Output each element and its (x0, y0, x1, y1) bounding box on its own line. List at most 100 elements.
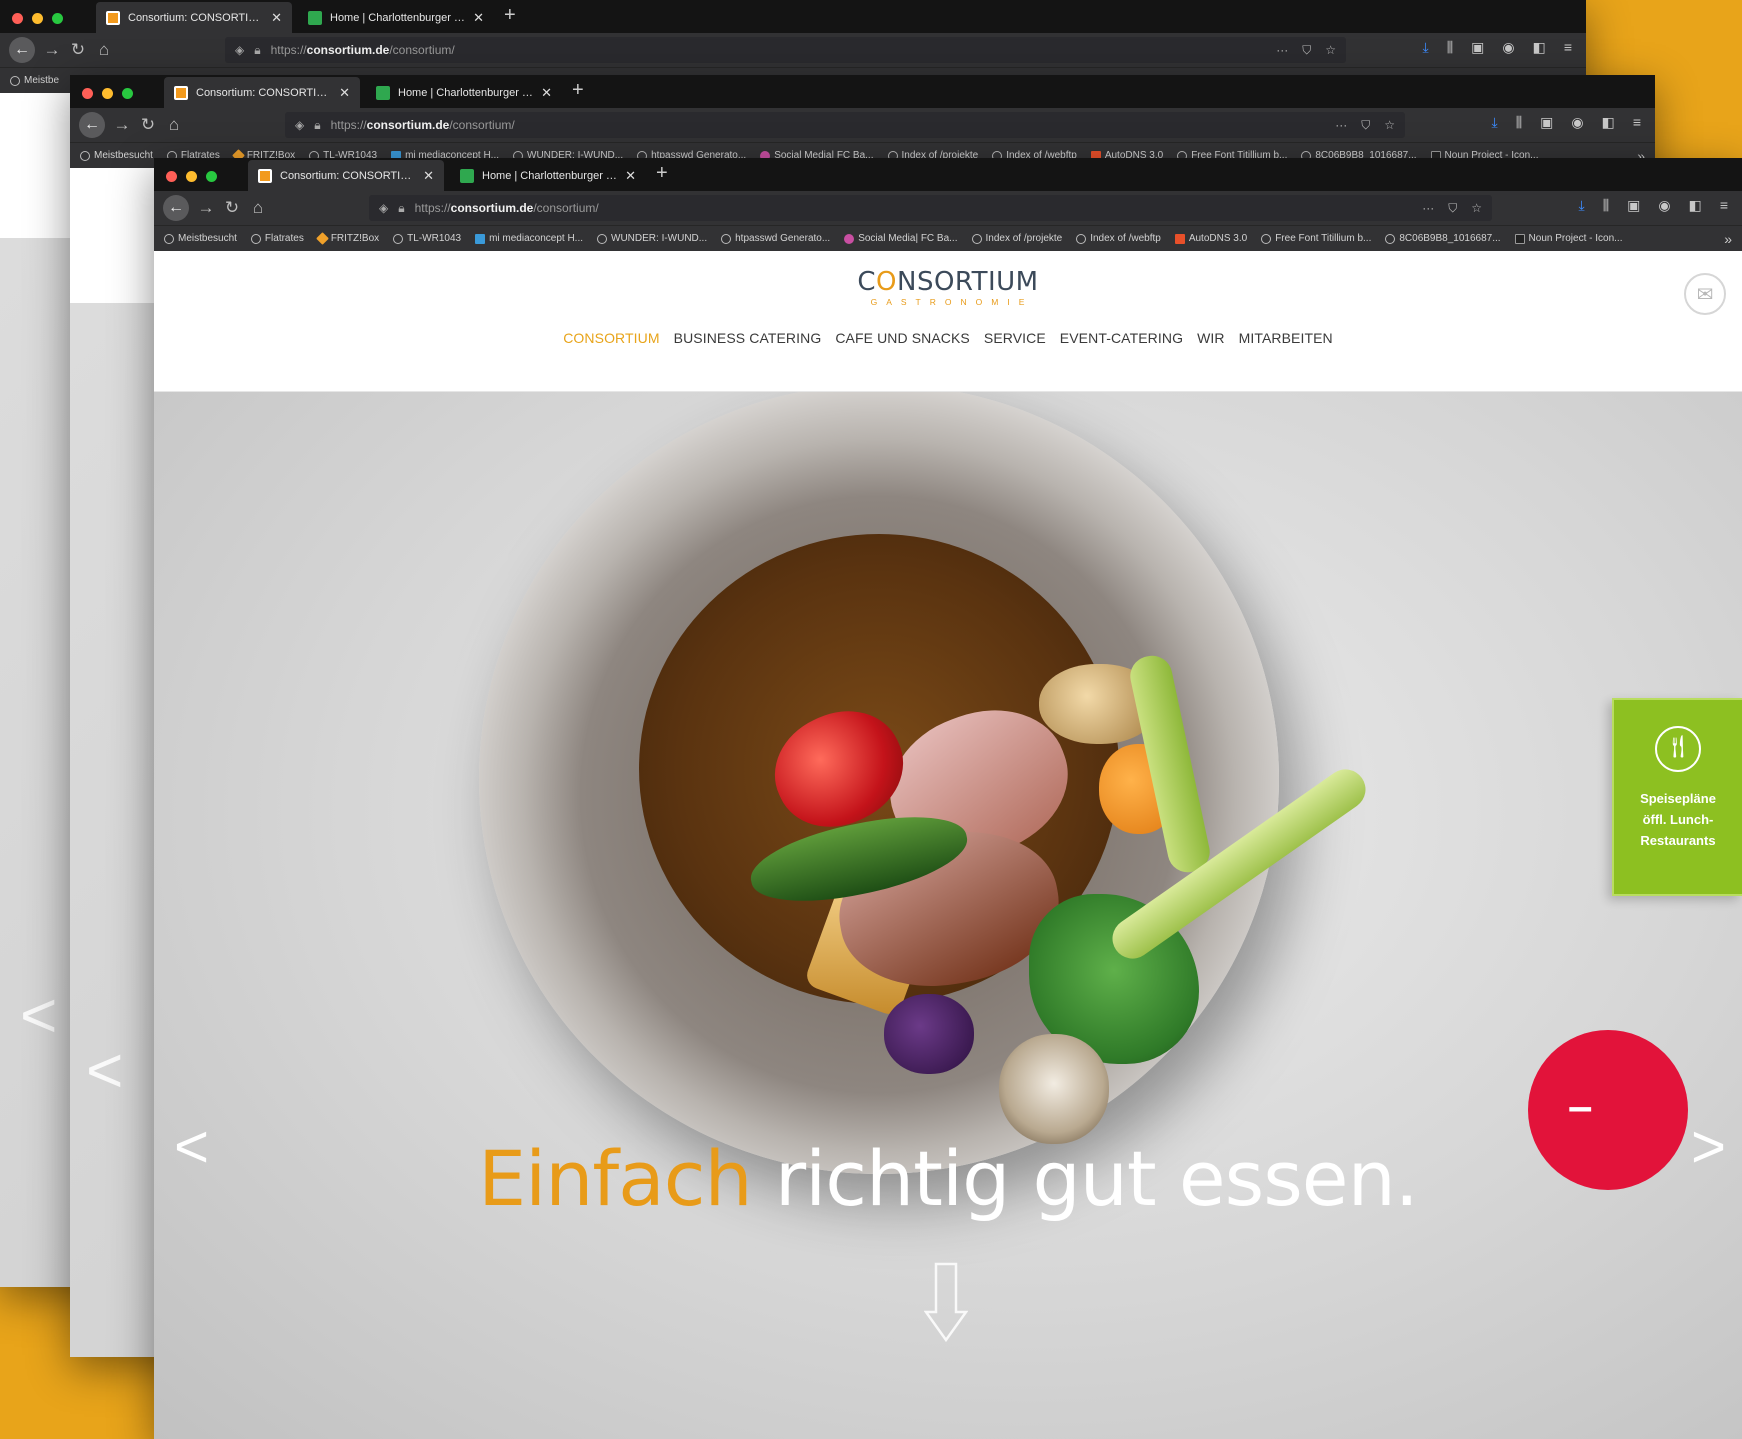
menu-icon[interactable]: ≡ (1633, 114, 1641, 131)
account-icon[interactable]: ◉ (1502, 39, 1514, 56)
prev-slide-arrow[interactable]: < (86, 1033, 123, 1107)
back-button[interactable]: ← (79, 112, 105, 138)
close-tab-icon[interactable]: ✕ (271, 10, 282, 26)
download-icon[interactable]: ⤓ (1422, 39, 1428, 56)
tab-consortium[interactable]: Consortium: CONSORTIUM ✕ (248, 160, 444, 191)
bookmark-item[interactable]: Index of /webftp (1076, 233, 1161, 244)
bookmark-item[interactable]: htpasswd Generato... (721, 233, 830, 244)
nav-item-service[interactable]: SERVICE (984, 330, 1046, 346)
nav-item-business-catering[interactable]: BUSINESS CATERING (674, 330, 822, 346)
tab-consortium[interactable]: Consortium: CONSORTIUM ✕ (96, 2, 292, 33)
forward-button[interactable]: → (109, 115, 135, 135)
library-icon[interactable]: ⫼ (1447, 39, 1453, 56)
tab-consortium[interactable]: Consortium: CONSORTIUM ✕ (164, 77, 360, 108)
nav-item-event-catering[interactable]: EVENT-CATERING (1060, 330, 1183, 346)
nav-item-consortium[interactable]: CONSORTIUM (563, 330, 659, 346)
zoom-window-button[interactable] (122, 88, 133, 99)
bookmark-star-icon[interactable]: ☆ (1325, 43, 1336, 58)
zoom-window-button[interactable] (52, 13, 63, 24)
close-tab-icon[interactable]: ✕ (625, 168, 636, 184)
prev-slide-arrow[interactable]: < (20, 978, 57, 1052)
bookmark-item[interactable]: Social Media| FC Ba... (844, 233, 958, 244)
library-icon[interactable]: ⫼ (1516, 114, 1522, 131)
sync-icon[interactable]: ◧ (1533, 39, 1546, 56)
tab-home[interactable]: Home | Charlottenburger Bau... ✕ (450, 160, 646, 191)
sync-icon[interactable]: ◧ (1602, 114, 1615, 131)
forward-button[interactable]: → (39, 40, 65, 60)
close-tab-icon[interactable]: ✕ (339, 85, 350, 101)
page-actions-icon[interactable]: ··· (1276, 43, 1288, 58)
main-navigation: CONSORTIUM BUSINESS CATERING CAFE UND SN… (154, 330, 1742, 346)
home-button[interactable]: ⌂ (161, 115, 187, 135)
navigation-toolbar: ← → ↻ ⌂ ◈ 🔒︎ https://consortium.de/conso… (0, 33, 1586, 67)
bookmark-item[interactable]: Noun Project - Icon... (1514, 233, 1622, 244)
mi-icon (475, 233, 486, 244)
bookmark-item[interactable]: TL-WR1043 (393, 233, 461, 244)
close-window-button[interactable] (166, 171, 177, 182)
bookmark-item[interactable]: 8C06B9B8_1016687... (1385, 233, 1501, 244)
download-icon[interactable]: ⤓ (1491, 114, 1497, 131)
forward-button[interactable]: → (193, 198, 219, 218)
home-button[interactable]: ⌂ (91, 40, 117, 60)
nav-item-wir[interactable]: WIR (1197, 330, 1225, 346)
consortium-logo[interactable]: CONSORTIUM GASTRONOMIE (154, 267, 1742, 307)
floating-action-badge[interactable]: – (1528, 1030, 1688, 1190)
reload-button[interactable]: ↻ (135, 115, 161, 135)
sidebar-icon[interactable]: ▣ (1627, 197, 1640, 214)
nav-item-cafe-und-snacks[interactable]: CAFE UND SNACKS (835, 330, 970, 346)
zoom-window-button[interactable] (206, 171, 217, 182)
sidebar-icon[interactable]: ▣ (1540, 114, 1553, 131)
bookmark-item[interactable]: Index of /projekte (971, 233, 1062, 244)
menu-icon[interactable]: ≡ (1720, 197, 1728, 214)
bookmark-item[interactable]: Meistbesucht (80, 150, 153, 161)
bookmark-item[interactable]: Meistbesucht (164, 233, 237, 244)
sync-icon[interactable]: ◧ (1689, 197, 1702, 214)
new-tab-button[interactable]: + (504, 4, 516, 27)
bookmark-item[interactable]: Meistbe (10, 75, 59, 86)
pocket-icon[interactable]: ⛉ (1361, 118, 1370, 133)
account-icon[interactable]: ◉ (1658, 197, 1670, 214)
download-icon[interactable]: ⤓ (1578, 197, 1584, 214)
minimize-window-button[interactable] (186, 171, 197, 182)
url-bar[interactable]: ◈ 🔒︎ https://consortium.de/consortium/ ·… (285, 112, 1405, 138)
page-actions-icon[interactable]: ··· (1335, 118, 1347, 133)
close-window-button[interactable] (12, 13, 23, 24)
bookmark-item[interactable]: WUNDER: I-WUND... (597, 233, 707, 244)
sidebar-icon[interactable]: ▣ (1471, 39, 1484, 56)
url-bar[interactable]: ◈ 🔒︎ https://consortium.de/consortium/ ·… (225, 37, 1346, 63)
minimize-window-button[interactable] (102, 88, 113, 99)
envelope-icon[interactable]: ✉ (1684, 273, 1726, 315)
bookmark-star-icon[interactable]: ☆ (1384, 118, 1395, 133)
bookmark-item[interactable]: Flatrates (250, 233, 304, 244)
tab-home[interactable]: Home | Charlottenburger Bau... ✕ (366, 77, 562, 108)
back-button[interactable]: ← (9, 37, 35, 63)
close-tab-icon[interactable]: ✕ (473, 10, 484, 26)
close-window-button[interactable] (82, 88, 93, 99)
new-tab-button[interactable]: + (656, 162, 668, 185)
speiseplaene-button[interactable]: 🍴︎ Speisepläne öffl. Lunch- Restaurants (1612, 698, 1742, 896)
close-tab-icon[interactable]: ✕ (541, 85, 552, 101)
pocket-icon[interactable]: ⛉ (1302, 43, 1311, 58)
bookmark-item[interactable]: AutoDNS 3.0 (1174, 233, 1247, 244)
home-button[interactable]: ⌂ (245, 198, 271, 218)
bookmark-item[interactable]: mi mediaconcept H... (475, 233, 583, 244)
account-icon[interactable]: ◉ (1571, 114, 1583, 131)
scroll-down-arrow-icon[interactable] (924, 1262, 968, 1342)
back-button[interactable]: ← (163, 195, 189, 221)
minimize-window-button[interactable] (32, 13, 43, 24)
bookmark-item[interactable]: FRITZ!Box (315, 232, 379, 245)
tab-home[interactable]: Home | Charlottenburger Bau... ✕ (298, 2, 494, 33)
page-actions-icon[interactable]: ··· (1422, 201, 1434, 216)
bookmarks-overflow-icon[interactable]: » (1724, 231, 1732, 247)
url-bar[interactable]: ◈ 🔒︎ https://consortium.de/consortium/ ·… (369, 195, 1492, 221)
menu-icon[interactable]: ≡ (1564, 39, 1572, 56)
new-tab-button[interactable]: + (572, 79, 584, 102)
nav-item-mitarbeiten[interactable]: MITARBEITEN (1239, 330, 1333, 346)
close-tab-icon[interactable]: ✕ (423, 168, 434, 184)
reload-button[interactable]: ↻ (65, 40, 91, 60)
bookmark-item[interactable]: Free Font Titillium b... (1261, 233, 1371, 244)
library-icon[interactable]: ⫼ (1603, 197, 1609, 214)
pocket-icon[interactable]: ⛉ (1448, 201, 1457, 216)
reload-button[interactable]: ↻ (219, 198, 245, 218)
bookmark-star-icon[interactable]: ☆ (1471, 201, 1482, 216)
